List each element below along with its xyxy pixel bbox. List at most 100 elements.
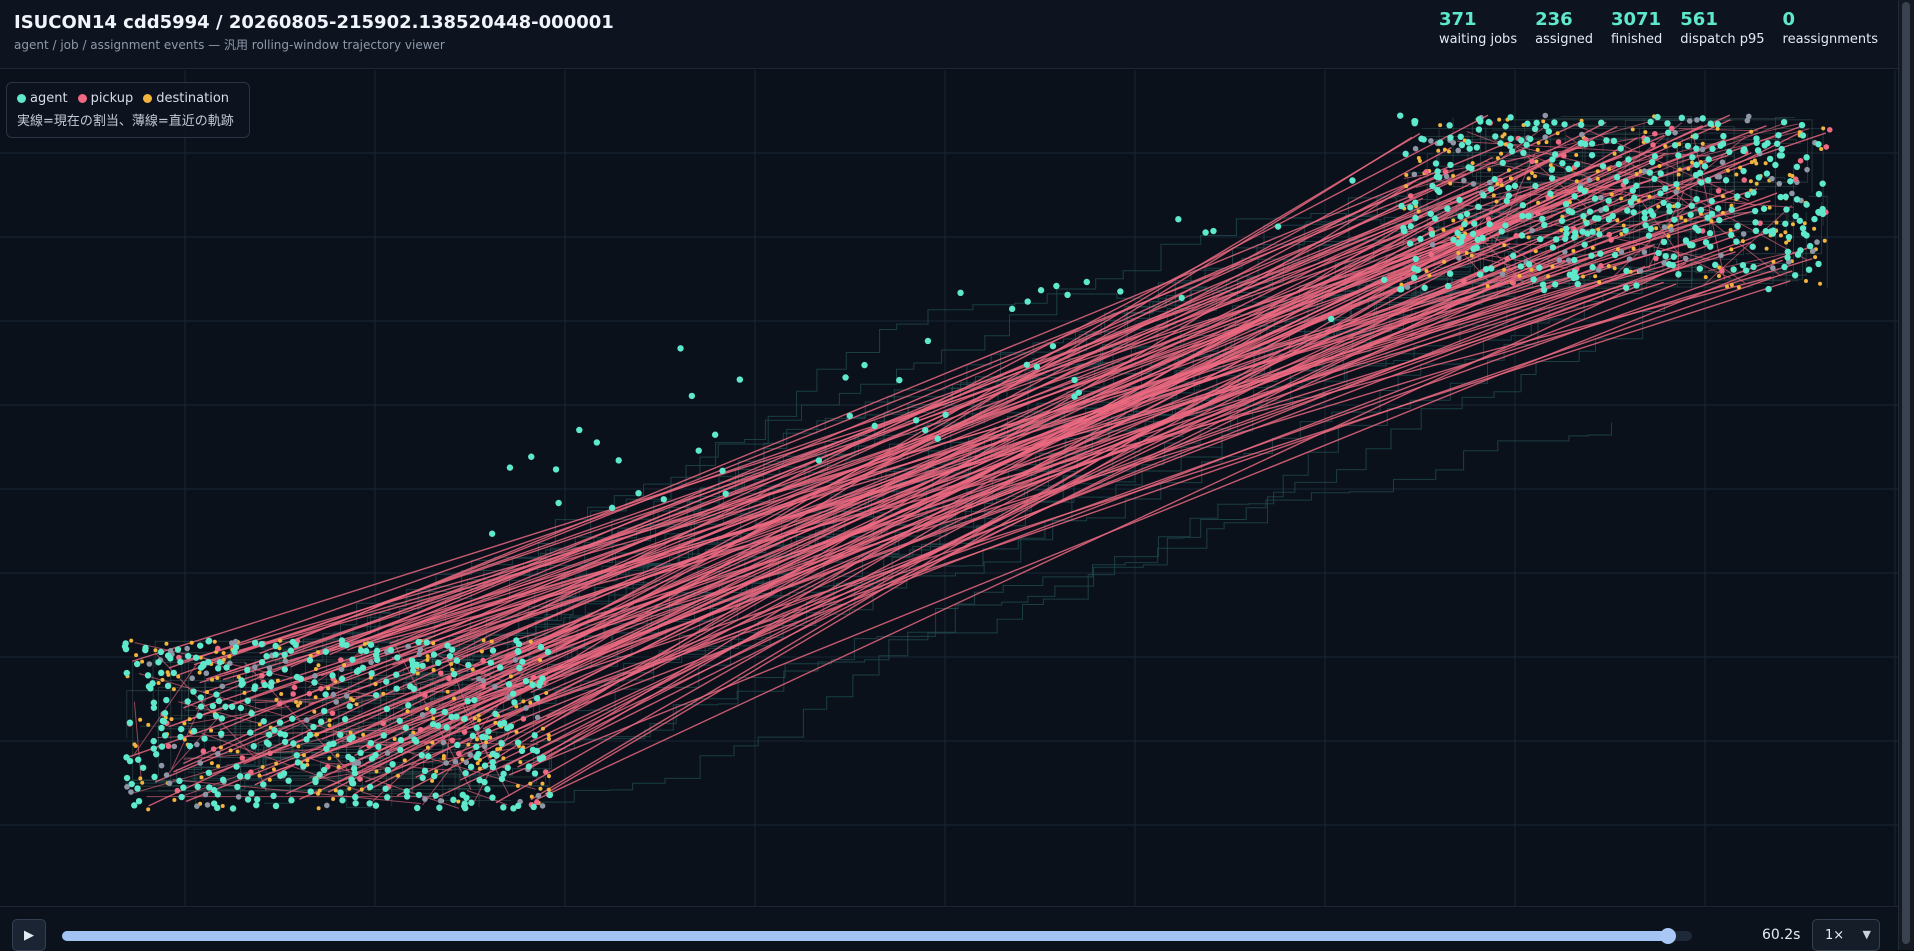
agent-marker <box>1559 160 1565 166</box>
destination-marker <box>1726 169 1730 173</box>
agent-marker <box>1750 264 1756 270</box>
destination-marker <box>430 779 434 783</box>
agent-marker <box>1486 119 1492 125</box>
destination-marker <box>190 641 194 645</box>
destination-marker <box>1496 156 1500 160</box>
assignment-line <box>308 282 1663 704</box>
pickup-marker <box>418 727 424 733</box>
destination-marker <box>157 681 161 685</box>
destination-marker <box>1443 148 1447 152</box>
agent-marker <box>1648 226 1654 232</box>
agent-marker <box>1717 142 1723 148</box>
agent-marker <box>465 698 471 704</box>
play-icon: ▶ <box>24 928 34 943</box>
agent-marker <box>1574 161 1580 167</box>
agent-marker <box>1665 130 1671 136</box>
destination-marker <box>516 784 520 788</box>
agent-marker <box>281 770 287 776</box>
agent-marker <box>1730 266 1736 272</box>
agent-marker <box>1723 177 1729 183</box>
agent-marker <box>1816 191 1822 197</box>
legend-agent-label: agent <box>30 91 68 106</box>
agent-marker <box>594 439 600 445</box>
agent-marker <box>167 655 173 661</box>
agent-marker <box>323 746 329 752</box>
agent-marker <box>1076 389 1082 395</box>
agent-marker <box>1700 115 1706 121</box>
destination-marker <box>1494 200 1498 204</box>
destination-marker <box>540 782 544 786</box>
agent-marker <box>229 704 235 710</box>
agent-marker <box>415 639 421 645</box>
agent-marker <box>288 648 294 654</box>
agent-marker <box>1705 177 1711 183</box>
destination-marker <box>1416 209 1420 213</box>
destination-marker <box>1530 171 1534 175</box>
agent-marker <box>1552 151 1558 157</box>
timeline-handle[interactable] <box>1660 928 1676 944</box>
agent-marker <box>252 664 258 670</box>
timeline-slider[interactable] <box>62 931 1692 941</box>
vertical-scrollbar[interactable] <box>1898 0 1914 950</box>
agent-marker <box>1685 143 1691 149</box>
agent-marker <box>1539 216 1545 222</box>
assignment-line <box>537 221 1412 760</box>
agent-marker <box>282 739 288 745</box>
destination-marker <box>1546 274 1550 278</box>
destination-marker <box>529 640 533 644</box>
agent-marker <box>1579 132 1585 138</box>
agent-marker <box>1447 271 1453 277</box>
agent-marker <box>1461 178 1467 184</box>
agent-marker <box>1563 201 1569 207</box>
agent-marker <box>289 716 295 722</box>
scrollbar-thumb[interactable] <box>1902 2 1910 944</box>
agent-marker <box>1117 288 1123 294</box>
pickup-marker <box>277 701 283 707</box>
agent-marker <box>1662 224 1668 230</box>
agent-marker <box>1550 244 1556 250</box>
agent-marker <box>1587 208 1593 214</box>
destination-marker <box>242 691 246 695</box>
agent-marker <box>1668 227 1674 233</box>
stat-waiting-jobs: 371 waiting jobs <box>1439 9 1517 49</box>
agent-marker <box>489 531 495 537</box>
speed-select[interactable]: 1× ▼ <box>1812 919 1880 951</box>
pickup-marker <box>1513 233 1519 239</box>
destination-marker <box>360 787 364 791</box>
destination-marker <box>1438 123 1442 127</box>
agent-marker <box>1417 236 1423 242</box>
agent-marker <box>176 778 182 784</box>
assignment-line <box>528 131 1803 765</box>
play-button[interactable]: ▶ <box>12 919 46 951</box>
agent-marker <box>1429 231 1435 237</box>
stat-label: assigned <box>1535 31 1593 49</box>
agent-marker <box>151 738 157 744</box>
destination-marker <box>236 750 240 754</box>
agent-marker <box>1553 236 1559 242</box>
destination-marker <box>1813 255 1817 259</box>
agent-marker <box>488 659 494 665</box>
trajectory-map[interactable] <box>0 70 1898 906</box>
agent-marker <box>1459 142 1465 148</box>
agent-marker <box>1675 152 1681 158</box>
destination-marker <box>1596 177 1600 181</box>
agent-marker <box>254 796 260 802</box>
destination-marker <box>1597 280 1601 284</box>
agent-marker <box>1381 277 1387 283</box>
agent-marker <box>1407 204 1413 210</box>
agent-marker <box>499 776 505 782</box>
destination-marker <box>1418 159 1422 163</box>
destination-marker <box>1442 228 1446 232</box>
agent-marker <box>252 640 258 646</box>
agent-marker <box>368 642 374 648</box>
pickup-dot-icon <box>78 94 87 103</box>
agent-marker <box>1579 228 1585 234</box>
agent-marker <box>430 721 436 727</box>
destination-marker <box>1536 148 1540 152</box>
agent-marker <box>555 500 561 506</box>
destination-marker <box>314 667 318 671</box>
destination-marker <box>1753 158 1757 162</box>
agent-marker <box>1687 118 1693 124</box>
agent-marker <box>1794 164 1800 170</box>
assignment-line <box>537 247 1811 704</box>
